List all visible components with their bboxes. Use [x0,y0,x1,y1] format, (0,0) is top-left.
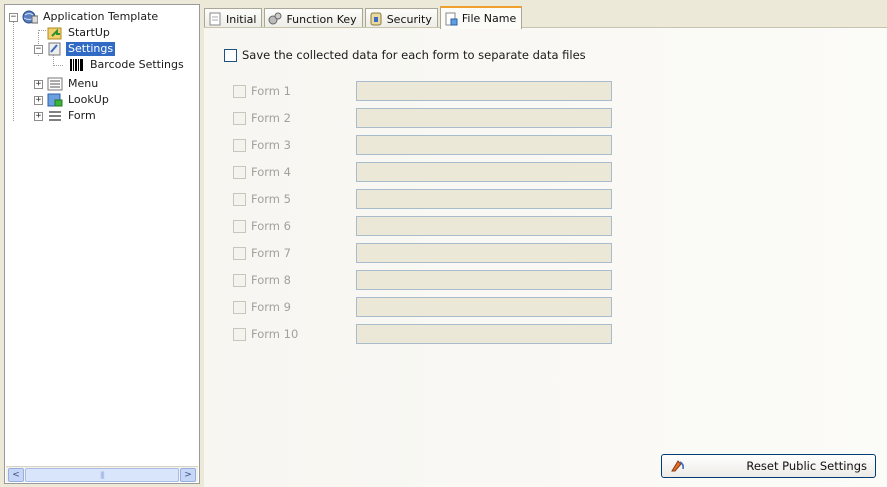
expand-icon[interactable]: + [34,79,43,89]
menu-icon [47,77,63,91]
form-label: Form 5 [251,192,291,206]
form-row: Form 8 [233,270,612,290]
tree-item-label: Form [68,109,96,122]
form-list-icon [47,109,63,123]
form-checkbox[interactable] [233,300,246,314]
tree-item-label: LookUp [68,93,109,106]
form-filename-input[interactable] [356,270,612,290]
form-row: Form 6 [233,216,612,236]
form-filename-input[interactable] [356,189,612,209]
startup-icon [47,26,63,40]
save-separate-checkbox[interactable] [224,48,237,62]
tab-security[interactable]: Security [364,8,438,29]
collapse-icon[interactable]: − [34,44,43,54]
settings-icon [47,42,63,56]
reset-icon [670,459,686,473]
tree-item-label: StartUp [68,26,110,39]
expand-icon[interactable]: + [34,111,43,121]
form-label: Form 3 [251,138,291,152]
tab-function-key[interactable]: Function Key [264,8,363,29]
tree-item-form[interactable]: + Form [34,108,98,124]
reset-public-settings-button[interactable]: Reset Public Settings [661,454,876,478]
form-filename-input[interactable] [356,324,612,344]
tab-file-name[interactable]: File Name [439,6,523,29]
save-separate-label: Save the collected data for each form to… [242,48,586,62]
form-label: Form 4 [251,165,291,179]
form-checkbox[interactable] [233,246,246,260]
form-row: Form 3 [233,135,612,155]
tree-item-settings[interactable]: − Settings [34,41,116,57]
file-save-icon [444,12,458,26]
collapse-icon[interactable]: − [9,12,18,22]
save-separate-option[interactable]: Save the collected data for each form to… [224,48,586,62]
expand-icon[interactable]: + [34,95,43,105]
tab-bar: Initial Function Key Security File Name [204,6,524,29]
tree-panel: − Application Template StartUp − Setting… [4,4,200,484]
globe-app-icon [22,10,39,24]
tree-item-barcode-settings[interactable]: Barcode Settings [69,57,186,73]
form-checkbox[interactable] [233,327,246,341]
tree-item-label: Menu [68,77,99,90]
tree-item-startup[interactable]: StartUp [47,25,112,41]
form-row: Form 5 [233,189,612,209]
tree-item-lookup[interactable]: + LookUp [34,92,111,108]
form-filename-input[interactable] [356,243,612,263]
form-filename-input[interactable] [356,162,612,182]
lookup-icon [47,93,63,107]
tree-item-label: Barcode Settings [90,58,184,71]
document-icon [208,12,222,26]
form-checkbox[interactable] [233,273,246,287]
form-row: Form 7 [233,243,612,263]
horizontal-scrollbar[interactable]: < ||| > [6,466,198,482]
form-checkbox[interactable] [233,165,246,179]
form-filename-input[interactable] [356,297,612,317]
tree-item-label: Settings [66,42,116,56]
barcode-icon [69,58,85,72]
tab-label: Security [386,12,432,26]
scroll-thumb[interactable]: ||| [25,468,179,482]
scroll-right-button[interactable]: > [180,468,196,482]
tab-label: Function Key [286,12,357,26]
form-label: Form 6 [251,219,291,233]
reset-button-label: Reset Public Settings [746,459,867,473]
gears-icon [268,12,282,26]
form-label: Form 9 [251,300,291,314]
form-label: Form 2 [251,111,291,125]
tab-label: Initial [226,12,257,26]
form-row: Form 4 [233,162,612,182]
tab-initial[interactable]: Initial [204,8,263,29]
shield-icon [369,12,383,26]
form-filename-input[interactable] [356,216,612,236]
form-row: Form 9 [233,297,612,317]
form-checkbox[interactable] [233,192,246,206]
form-checkbox[interactable] [233,111,246,125]
form-row: Form 1 [233,81,612,101]
form-label: Form 7 [251,246,291,260]
tree-item-menu[interactable]: + Menu [34,76,100,92]
form-label: Form 10 [251,327,299,341]
tree-item-application-template[interactable]: − Application Template [9,9,160,25]
form-filename-input[interactable] [356,135,612,155]
form-label: Form 8 [251,273,291,287]
form-checkbox[interactable] [233,219,246,233]
form-filename-input[interactable] [356,108,612,128]
scroll-left-button[interactable]: < [8,468,24,482]
tab-label: File Name [461,12,517,25]
form-row: Form 2 [233,108,612,128]
form-filename-input[interactable] [356,81,612,101]
form-label: Form 1 [251,84,291,98]
form-row: Form 10 [233,324,612,344]
tree-item-label: Application Template [43,10,159,23]
form-checkbox[interactable] [233,84,246,98]
form-checkbox[interactable] [233,138,246,152]
